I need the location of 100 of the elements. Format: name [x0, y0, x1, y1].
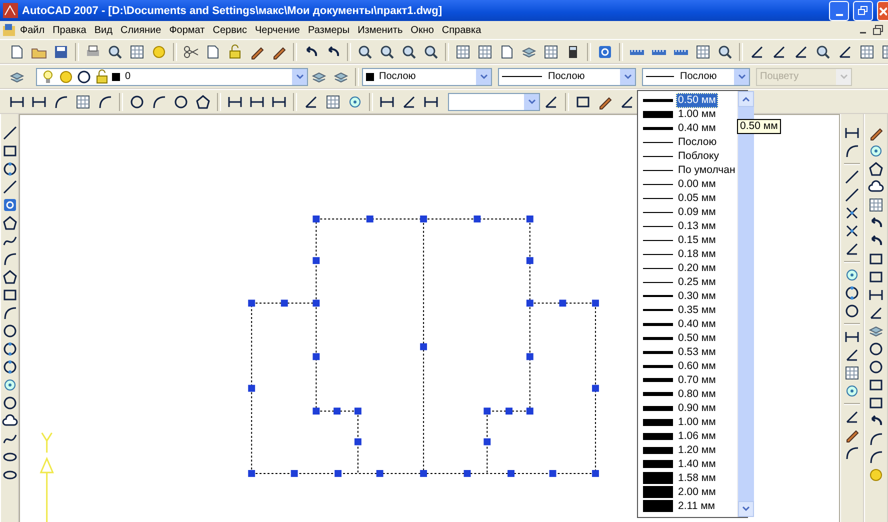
pen-icon[interactable] — [771, 44, 787, 60]
pen-icon[interactable] — [793, 44, 809, 60]
menu-item[interactable]: Справка — [438, 24, 486, 36]
grid-icon[interactable] — [325, 94, 341, 110]
page-icon[interactable] — [205, 44, 221, 60]
magnifier-icon[interactable] — [717, 44, 733, 60]
arc-icon[interactable] — [844, 445, 860, 461]
restore-icon[interactable] — [872, 24, 884, 36]
menu-item[interactable]: Слияние — [116, 24, 166, 36]
menu-item[interactable]: Вид — [90, 24, 116, 36]
sun-icon[interactable] — [151, 44, 167, 60]
grid-icon[interactable] — [477, 44, 493, 60]
menu-item[interactable]: Черчение — [250, 24, 304, 36]
arc-icon[interactable] — [868, 431, 884, 447]
square-icon[interactable] — [2, 143, 18, 159]
lineweight-option[interactable]: Послою — [676, 134, 719, 150]
target-icon[interactable] — [844, 267, 860, 283]
grid-icon[interactable] — [543, 44, 559, 60]
grid-icon[interactable] — [859, 44, 875, 60]
cross-icon[interactable] — [844, 205, 860, 221]
lineweight-option[interactable]: 0.13 мм — [676, 218, 718, 234]
cloud-icon[interactable] — [2, 413, 18, 429]
menu-item[interactable]: Правка — [48, 24, 90, 36]
circle-grips-icon[interactable] — [2, 341, 18, 357]
circle-icon[interactable] — [844, 303, 860, 319]
restore-button[interactable] — [853, 0, 873, 20]
lineweight-option[interactable]: 0.40 мм — [676, 316, 718, 332]
magnifier-icon[interactable] — [379, 44, 395, 60]
page-icon[interactable] — [499, 44, 515, 60]
arc-icon[interactable] — [844, 143, 860, 159]
lineweight-option[interactable]: 1.00 мм — [676, 414, 718, 430]
lineweight-option[interactable]: 1.20 мм — [676, 442, 718, 458]
lineweight-option[interactable]: 2.00 мм — [676, 484, 718, 500]
arc-icon[interactable] — [2, 305, 18, 321]
cloud-icon[interactable] — [868, 179, 884, 195]
arc-icon[interactable] — [53, 94, 69, 110]
target-icon[interactable] — [2, 377, 18, 393]
grid-icon[interactable] — [129, 44, 145, 60]
pen-icon[interactable] — [749, 44, 765, 60]
grid-icon[interactable] — [455, 44, 471, 60]
arc-icon[interactable] — [97, 94, 113, 110]
arc-icon[interactable] — [868, 449, 884, 465]
circle-icon[interactable] — [868, 341, 884, 357]
menu-item[interactable]: Размеры — [304, 24, 354, 36]
circle-icon[interactable] — [129, 94, 145, 110]
lineweight-option[interactable]: 2.11 мм — [676, 498, 718, 514]
scroll-up-button[interactable] — [738, 91, 754, 107]
circle-icon[interactable] — [2, 395, 18, 411]
document-icon[interactable] — [2, 23, 16, 37]
lineweight-option[interactable]: 0.15 мм — [676, 232, 718, 248]
lineweight-dropdown[interactable]: Послою — [642, 68, 750, 86]
square-icon[interactable] — [868, 395, 884, 411]
cross-icon[interactable] — [844, 223, 860, 239]
circle-grips-icon[interactable] — [2, 359, 18, 375]
magnifier-icon[interactable] — [423, 44, 439, 60]
lineweight-option[interactable]: 0.53 мм — [676, 344, 718, 360]
pen-icon[interactable] — [619, 94, 635, 110]
dimension-icon[interactable] — [844, 125, 860, 141]
layer-dropdown[interactable]: 0 — [36, 68, 308, 86]
lineweight-option[interactable]: 0.35 мм — [676, 302, 718, 318]
dimension-icon[interactable] — [868, 287, 884, 303]
lineweight-option[interactable]: 0.25 мм — [676, 274, 718, 290]
line-icon[interactable] — [844, 187, 860, 203]
magnifier-icon[interactable] — [815, 44, 831, 60]
line-icon[interactable] — [2, 125, 18, 141]
circle-grips-icon[interactable] — [844, 285, 860, 301]
lineweight-option[interactable]: 0.20 мм — [676, 260, 718, 276]
pen-icon[interactable] — [543, 94, 559, 110]
pen-icon[interactable] — [303, 94, 319, 110]
pen-icon[interactable] — [868, 305, 884, 321]
help-icon[interactable] — [597, 44, 613, 60]
lineweight-option[interactable]: 0.60 мм — [676, 358, 718, 374]
pen-icon[interactable] — [837, 44, 853, 60]
circle-icon[interactable] — [2, 323, 18, 339]
square-icon[interactable] — [868, 251, 884, 267]
lineweight-option[interactable]: 1.40 мм — [676, 456, 718, 472]
page-icon[interactable] — [9, 44, 25, 60]
grid-icon[interactable] — [75, 94, 91, 110]
line-icon[interactable] — [2, 179, 18, 195]
pen-icon[interactable] — [401, 94, 417, 110]
lineweight-option[interactable]: 0.18 мм — [676, 246, 718, 262]
lineweight-option[interactable]: 0.50 мм — [676, 330, 718, 346]
grid-icon[interactable] — [695, 44, 711, 60]
color-dropdown[interactable]: Послою — [362, 68, 492, 86]
pen-icon[interactable] — [844, 409, 860, 425]
padlock-icon[interactable] — [227, 44, 243, 60]
lineweight-option[interactable]: По умолчан — [676, 162, 738, 178]
menu-item[interactable]: Формат — [165, 24, 209, 36]
square-icon[interactable] — [868, 377, 884, 393]
pen-icon[interactable] — [844, 241, 860, 257]
lineweight-option[interactable]: 0.05 мм — [676, 190, 718, 206]
square-icon[interactable] — [2, 287, 18, 303]
pentagon-icon[interactable] — [2, 269, 18, 285]
magnifier-icon[interactable] — [357, 44, 373, 60]
circle-icon[interactable] — [868, 359, 884, 375]
lineweight-option[interactable]: 0.00 мм — [676, 176, 718, 192]
magnifier-icon[interactable] — [401, 44, 417, 60]
lineweight-option[interactable]: 1.06 мм — [676, 428, 718, 444]
arc-icon[interactable] — [2, 251, 18, 267]
menu-item[interactable]: Файл — [16, 24, 49, 36]
